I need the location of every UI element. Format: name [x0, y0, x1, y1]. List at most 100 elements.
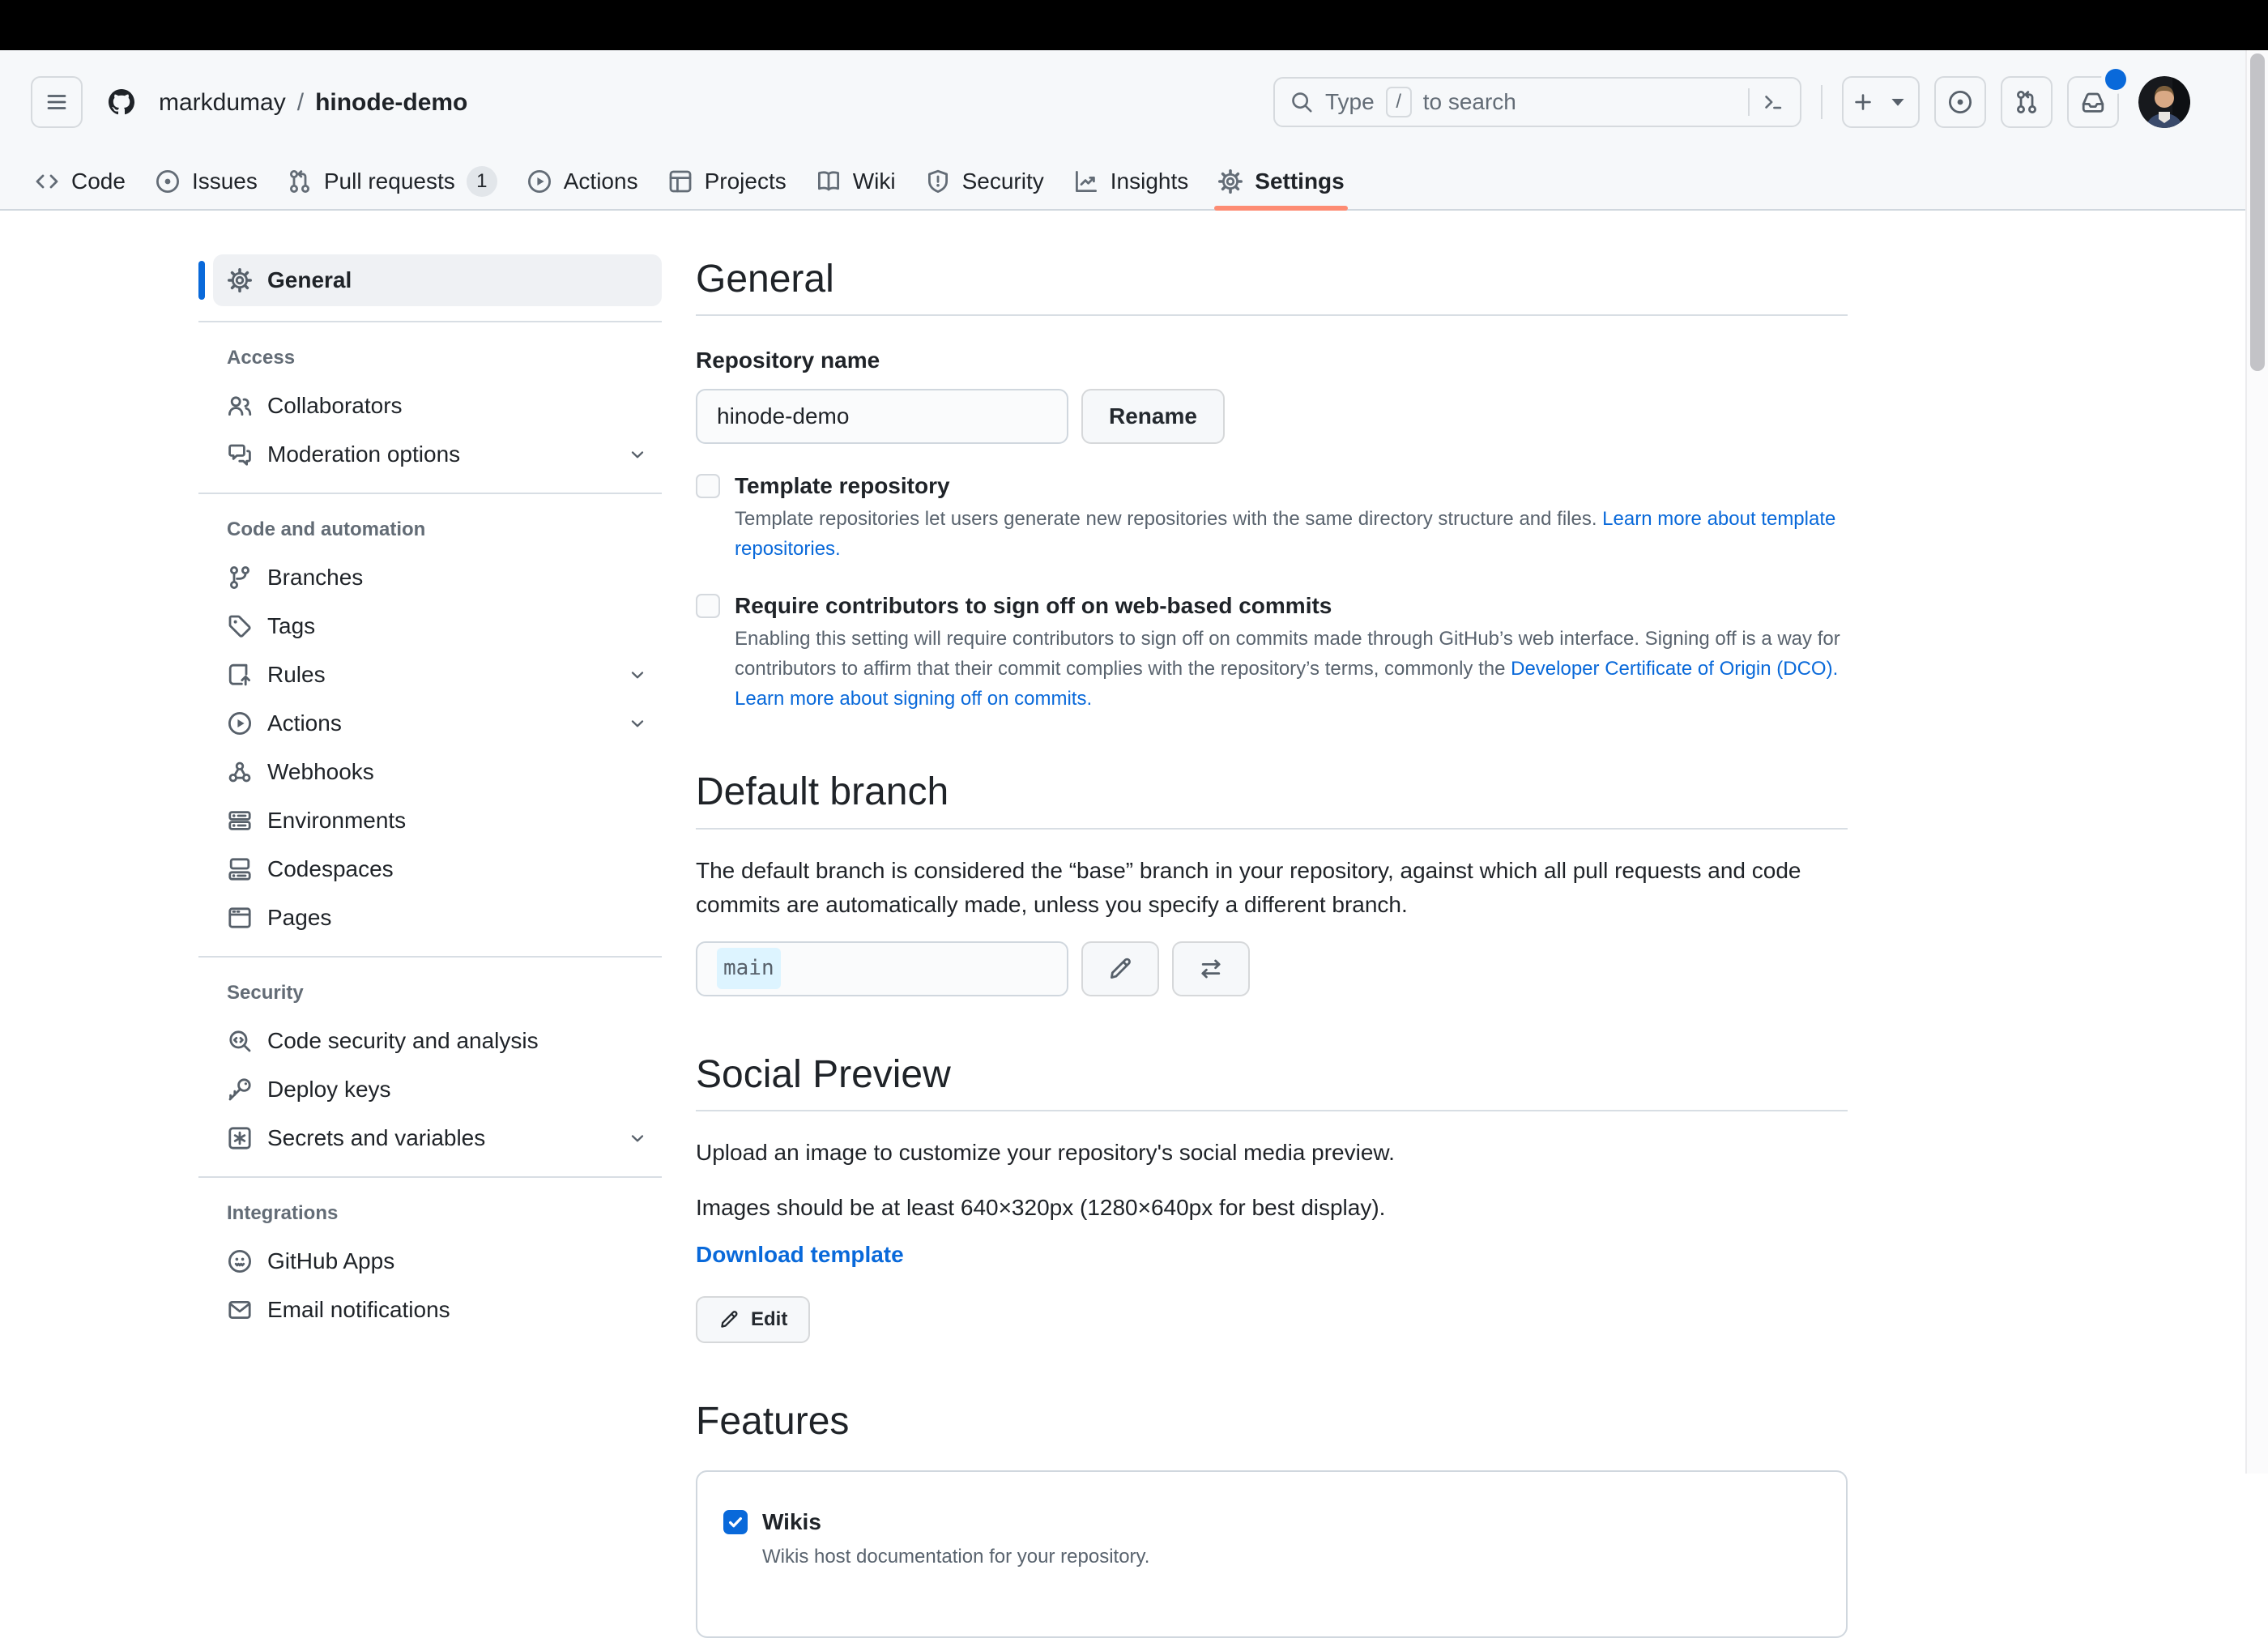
sidebar-divider [198, 1176, 662, 1178]
inbox-icon [2080, 89, 2106, 115]
tab-wiki[interactable]: Wiki [801, 154, 910, 209]
create-new-button[interactable] [1842, 76, 1920, 128]
key-icon [227, 1077, 253, 1103]
play-circle-icon [227, 710, 253, 736]
tab-actions[interactable]: Actions [512, 154, 653, 209]
breadcrumb-separator: / [296, 88, 305, 116]
sidebar-item-moderation-options[interactable]: Moderation options [213, 431, 662, 478]
sidebar-item-deploy-keys[interactable]: Deploy keys [213, 1066, 662, 1113]
tab-code[interactable]: Code [19, 154, 140, 209]
download-template-link[interactable]: Download template [696, 1238, 904, 1272]
page-scrollbar[interactable] [2245, 50, 2268, 1474]
chevron-down-icon [627, 713, 648, 734]
rename-button[interactable]: Rename [1081, 389, 1225, 445]
webhook-icon [227, 759, 253, 785]
tab-security[interactable]: Security [910, 154, 1059, 209]
settings-sidebar: General Access Collaborators Moderation … [198, 254, 662, 1638]
chevron-down-icon [627, 1128, 648, 1149]
breadcrumb-repo-link[interactable]: hinode-demo [315, 84, 467, 121]
template-repository-checkbox[interactable] [696, 474, 720, 499]
sidebar-item-email-notifications[interactable]: Email notifications [213, 1286, 662, 1333]
switch-default-branch-button[interactable] [1172, 941, 1250, 996]
signoff-checkbox[interactable] [696, 594, 720, 619]
scrollbar-thumb[interactable] [2250, 53, 2265, 371]
global-search-input[interactable]: Type / to search [1273, 77, 1801, 127]
sidebar-item-branches[interactable]: Branches [213, 554, 662, 601]
sidebar-section-security: Security [227, 982, 304, 1004]
pencil-icon [718, 1309, 740, 1330]
repo-push-icon [227, 662, 253, 688]
breadcrumb-owner-link[interactable]: markdumay [159, 84, 286, 121]
hamburger-menu-button[interactable] [31, 76, 83, 128]
check-icon [727, 1513, 744, 1531]
settings-layout: General Access Collaborators Moderation … [0, 211, 2268, 1638]
template-repository-label: Template repository [735, 473, 950, 499]
sidebar-item-actions[interactable]: Actions [213, 700, 662, 747]
sidebar-divider [198, 321, 662, 322]
caret-down-icon [1885, 89, 1911, 115]
asterisk-box-icon [227, 1125, 253, 1151]
app-header: markdumay / hinode-demo Type / to search [0, 50, 2268, 211]
repository-name-input[interactable] [696, 389, 1068, 445]
git-branch-icon [227, 565, 253, 591]
default-branch-input[interactable]: main [696, 941, 1068, 996]
edit-default-branch-button[interactable] [1081, 941, 1159, 996]
sidebar-item-webhooks[interactable]: Webhooks [213, 749, 662, 796]
dco-link[interactable]: Developer Certificate of Origin (DCO). [1511, 658, 1838, 680]
signoff-learn-more-link[interactable]: Learn more about signing off on commits. [735, 688, 1092, 710]
pull-requests-global-button[interactable] [2001, 76, 2053, 128]
tag-icon [227, 613, 253, 639]
sidebar-item-rules[interactable]: Rules [213, 651, 662, 698]
chevron-down-icon [627, 664, 648, 685]
tab-insights[interactable]: Insights [1059, 154, 1204, 209]
hamburger-icon [44, 89, 70, 115]
issues-global-button[interactable] [1934, 76, 1986, 128]
pull-requests-count-badge: 1 [466, 166, 497, 197]
sidebar-item-github-apps[interactable]: GitHub Apps [213, 1238, 662, 1285]
sidebar-item-codespaces[interactable]: Codespaces [213, 846, 662, 893]
features-title: Features [696, 1400, 850, 1444]
browser-icon [227, 905, 253, 931]
default-branch-value: main [717, 948, 781, 990]
signoff-description: Enabling this setting will require contr… [735, 628, 1840, 710]
pull-request-icon [2014, 89, 2040, 115]
wikis-description: Wikis host documentation for your reposi… [762, 1545, 1150, 1568]
tab-settings[interactable]: Settings [1203, 154, 1358, 211]
github-logo-icon[interactable] [109, 89, 134, 115]
wikis-checkbox[interactable] [723, 1509, 748, 1534]
edit-social-preview-button[interactable]: Edit [696, 1296, 811, 1344]
tab-issues[interactable]: Issues [140, 154, 272, 209]
people-icon [227, 393, 253, 419]
avatar-image [2138, 76, 2190, 128]
signoff-label: Require contributors to sign off on web-… [735, 593, 1332, 619]
sidebar-item-collaborators[interactable]: Collaborators [213, 382, 662, 429]
sidebar-item-tags[interactable]: Tags [213, 603, 662, 650]
sidebar-section-access: Access [227, 347, 296, 369]
search-divider [1748, 88, 1750, 116]
default-branch-description: The default branch is considered the “ba… [696, 857, 1801, 917]
sidebar-item-environments[interactable]: Environments [213, 797, 662, 844]
command-palette-icon[interactable] [1761, 90, 1785, 114]
template-repository-description: Template repositories let users generate… [735, 508, 1836, 561]
project-board-icon [667, 168, 693, 194]
slash-key-hint: / [1385, 87, 1412, 117]
breadcrumb: markdumay / hinode-demo [159, 84, 467, 121]
issue-opened-icon [1947, 89, 1973, 115]
features-box: Wikis Wikis host documentation for your … [696, 1470, 1848, 1638]
signoff-row: Require contributors to sign off on web-… [696, 590, 1848, 714]
sidebar-item-code-security[interactable]: Code security and analysis [213, 1017, 662, 1064]
user-avatar[interactable] [2138, 76, 2190, 128]
tab-projects[interactable]: Projects [653, 154, 801, 209]
hubot-icon [227, 1248, 253, 1274]
wikis-label: Wikis [762, 1508, 821, 1534]
tab-pull-requests[interactable]: Pull requests 1 [272, 154, 512, 209]
sidebar-item-general[interactable]: General [213, 254, 662, 306]
plus-icon [1851, 90, 1875, 114]
code-icon [34, 168, 60, 194]
sidebar-item-secrets-variables[interactable]: Secrets and variables [213, 1115, 662, 1162]
sidebar-item-pages[interactable]: Pages [213, 894, 662, 941]
pencil-icon [1107, 956, 1133, 982]
sidebar-section-code-automation: Code and automation [227, 518, 426, 540]
book-icon [816, 168, 842, 194]
sidebar-section-integrations: Integrations [227, 1202, 339, 1224]
